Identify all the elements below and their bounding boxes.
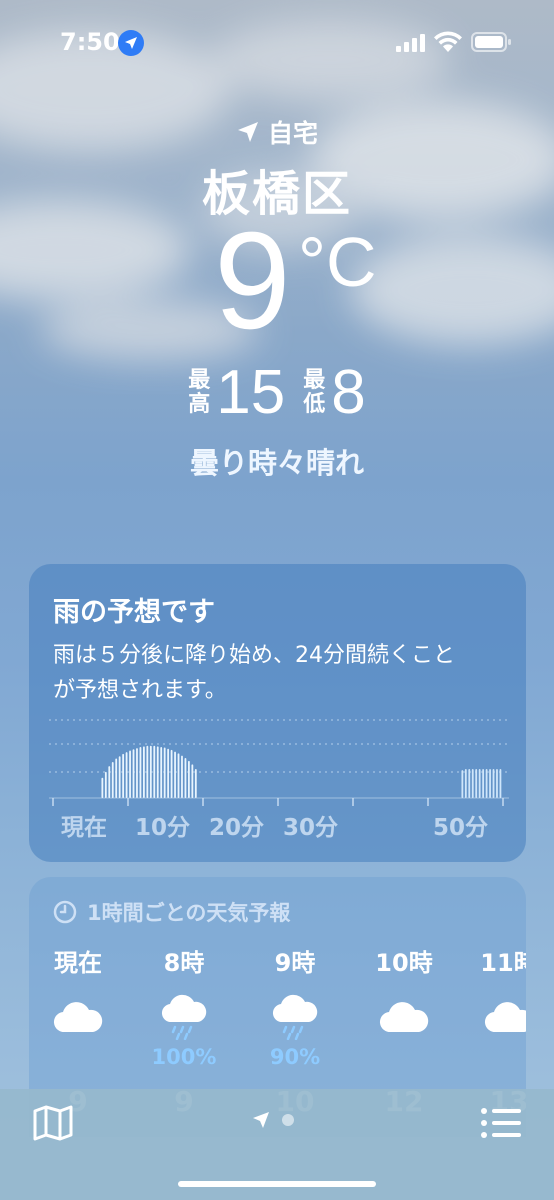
rain-chart-bar [122, 753, 125, 798]
list-icon[interactable] [480, 1107, 522, 1139]
rain-chart-bar [464, 769, 467, 798]
low-temp-block: 最 低 8 [303, 362, 366, 424]
rain-chart-bar [111, 762, 114, 798]
home-label: 自宅 [267, 119, 318, 148]
cloud-icon [349, 989, 459, 1045]
rain-chart-bar [184, 757, 187, 798]
home-indicator [178, 1181, 376, 1187]
status-bar: 7:50 [0, 0, 554, 86]
cloud-icon [454, 989, 526, 1045]
precipitation-chance [29, 1045, 133, 1073]
hour-label: 現在 [54, 949, 102, 977]
rain-chart-bar [468, 769, 471, 798]
rain-time-label: 10分 [135, 815, 191, 841]
hour-label: 8時 [163, 949, 205, 977]
cellular-signal-icon [396, 34, 425, 52]
high-temp-block: 最 高 15 [188, 362, 285, 424]
rain-chart-bar [167, 748, 170, 798]
bottom-toolbar [0, 1089, 554, 1200]
rain-chart-bar [489, 769, 491, 798]
hourly-header-label: 1時間ごとの天気予報 [87, 901, 291, 925]
rain-chart-bar [170, 749, 173, 798]
rain-chart-bar [118, 756, 121, 798]
rain-chart-bar [188, 760, 190, 798]
rain-chart-bar [475, 769, 478, 798]
precipitation-chance [454, 1045, 526, 1073]
status-time: 7:50 [60, 28, 120, 56]
rain-time-label: 30分 [283, 815, 339, 841]
wifi-icon [434, 31, 462, 52]
home-location-row: 自宅 [0, 114, 554, 150]
rain-time-label: 50分 [433, 815, 489, 841]
rain-chart-bar [156, 746, 159, 798]
rain-chart-bar [108, 766, 111, 798]
rain-chart-bar [461, 770, 464, 798]
hourly-header: 1時間ごとの天気予報 [53, 897, 290, 927]
current-temperature: 9 [214, 204, 291, 358]
weather-condition: 曇り時々晴れ [189, 446, 364, 480]
rain-chart-bar [181, 755, 183, 798]
high-temperature: 15 [216, 358, 286, 427]
low-label-char-2: 低 [303, 392, 326, 417]
rain-chart-bar [115, 758, 118, 798]
clock-icon [53, 900, 77, 924]
page-indicator[interactable] [252, 1111, 294, 1129]
location-arrow-icon [118, 30, 144, 56]
rain-chart-bar [143, 746, 145, 798]
rain-card-description: 雨は５分後に降り始め、24分間続くことが予想されます。 [53, 643, 455, 703]
low-label: 最 低 [303, 367, 326, 417]
map-icon[interactable] [32, 1105, 74, 1141]
precipitation-chance [349, 1045, 459, 1073]
rain-chart-bar [153, 745, 156, 798]
high-label: 最 高 [188, 367, 211, 417]
rain-chart-bar [485, 769, 488, 798]
rain-chart-bar [471, 769, 474, 798]
rain-chart-bar [496, 769, 498, 798]
high-label-char-2: 高 [188, 392, 211, 417]
rain-forecast-card[interactable]: 雨の予想です 雨は５分後に降り始め、24分間続くことが予想されます。 現在 10分… [29, 564, 526, 862]
rain-chart-bar [478, 769, 481, 798]
rain-time-label: 現在 [61, 815, 107, 841]
rain-chart-bar [146, 745, 149, 798]
rain-chart-bar [499, 769, 502, 798]
rain-chart-bar [104, 771, 107, 798]
cloud-rain-icon [240, 989, 350, 1045]
rain-chart-bar [191, 764, 194, 798]
rain-chart-bar [132, 749, 135, 798]
low-label-char-1: 最 [303, 367, 326, 393]
rain-chart-bar [194, 769, 197, 798]
temperature-unit: °C [298, 223, 377, 301]
rain-chart-bar [136, 748, 138, 798]
rain-chart-bar [177, 753, 180, 798]
location-arrow-icon [253, 1112, 269, 1128]
rain-chart-bar [174, 751, 176, 798]
rain-chart-bar [482, 769, 485, 798]
precipitation-chance: 90% [269, 1045, 321, 1069]
rain-chart-bar [149, 745, 152, 798]
rain-chart-bar [125, 752, 128, 798]
rain-chart-bar [101, 777, 104, 798]
location-arrow-icon [237, 122, 258, 142]
rain-chart-bar [129, 750, 131, 798]
rain-time-axis: 現在 10分 20分 30分 50分 [29, 808, 526, 841]
cloud-icon [29, 989, 133, 1045]
hour-label: 10時 [375, 949, 433, 977]
page-dot [282, 1114, 294, 1126]
high-label-char-1: 最 [188, 367, 211, 393]
precipitation-chance: 100% [151, 1045, 217, 1069]
high-low-row: 最 高 15 最 低 8 [0, 362, 554, 424]
hour-label: 11時 [480, 949, 526, 977]
rain-time-label: 20分 [209, 815, 265, 841]
rain-chart-bar [492, 769, 495, 798]
rain-card-title: 雨の予想です [53, 597, 215, 628]
low-temperature: 8 [331, 358, 366, 427]
hour-label: 9時 [274, 949, 316, 977]
rain-chart-bar [139, 746, 142, 798]
cloud-rain-icon [129, 989, 239, 1045]
battery-icon [471, 32, 511, 52]
rain-chart-bar [160, 746, 163, 798]
rain-chart-bar [163, 747, 166, 798]
